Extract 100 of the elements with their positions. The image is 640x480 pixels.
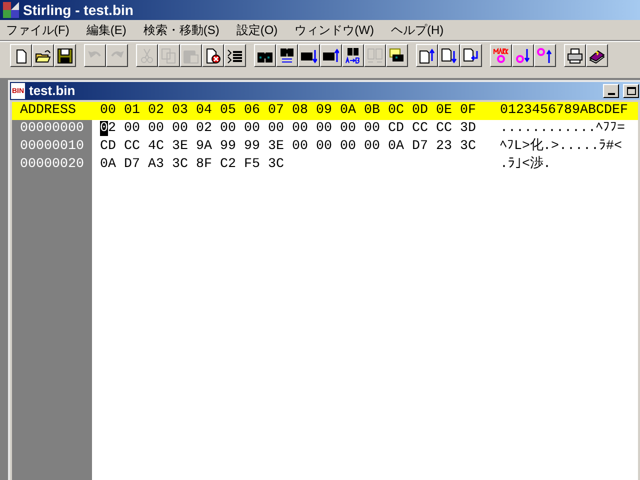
hex-byte: C2 <box>219 156 236 174</box>
menu-item[interactable]: 編集(E) <box>86 21 126 39</box>
row-address: 00000000 <box>19 120 85 138</box>
hex-byte: 9A <box>195 138 212 156</box>
column-header: 02 <box>147 102 164 120</box>
printer-icon <box>567 48 583 64</box>
hex-byte: 00 <box>339 138 356 156</box>
minimize-button[interactable] <box>603 84 619 98</box>
column-header: ADDRESS <box>19 102 77 120</box>
ascii-text: ﾍﾌL>化.>.....ﾗ#< <box>499 137 622 156</box>
hex-byte: 00 <box>291 138 308 156</box>
hex-byte: F5 <box>243 156 260 174</box>
hex-byte: CD <box>387 120 404 138</box>
menu-item[interactable]: ウィンドウ(W) <box>294 21 374 39</box>
hex-byte: 00 <box>219 120 236 138</box>
binoculars-icon <box>279 48 295 64</box>
hex-byte: 23 <box>435 138 452 156</box>
page-return-icon <box>463 48 479 64</box>
hex-byte: 00 <box>363 138 380 156</box>
page-up-button[interactable] <box>416 44 438 67</box>
document-title: test.bin <box>29 82 76 100</box>
binoculars-icon <box>345 48 361 64</box>
window-title: Stirling - test.bin <box>23 0 134 20</box>
mark-down-button[interactable] <box>512 44 534 67</box>
binoculars-icon <box>301 48 317 64</box>
open-folder-button[interactable] <box>32 44 54 67</box>
mark-button[interactable] <box>490 44 512 67</box>
column-header: 05 <box>219 102 236 120</box>
delete-file-button[interactable] <box>202 44 224 67</box>
hex-byte: 99 <box>243 138 260 156</box>
hex-byte: D7 <box>123 156 140 174</box>
hex-byte: 00 <box>315 120 332 138</box>
binoculars-button[interactable] <box>342 44 364 67</box>
printer-button[interactable] <box>564 44 586 67</box>
binoculars-button[interactable] <box>298 44 320 67</box>
menu-item[interactable]: ヘルプ(H) <box>390 21 444 39</box>
hex-byte: 3C <box>171 156 188 174</box>
folder-icon <box>389 48 405 64</box>
column-header: 01 <box>123 102 140 120</box>
hex-byte: CD <box>99 138 116 156</box>
column-header: 0123456789ABCDEF <box>499 102 628 120</box>
hex-byte: 3D <box>459 120 476 138</box>
hex-byte: 3E <box>171 138 188 156</box>
hex-byte: 00 <box>363 120 380 138</box>
binoculars-button[interactable] <box>254 44 276 67</box>
clipboard-icon <box>183 48 199 64</box>
menu-item[interactable]: 設定(O) <box>236 21 278 39</box>
column-header: 0E <box>435 102 452 120</box>
mark-up-button[interactable] <box>534 44 556 67</box>
binoculars-button[interactable] <box>320 44 342 67</box>
hex-byte: 4C <box>147 138 164 156</box>
page-down-button[interactable] <box>438 44 460 67</box>
hex-byte: CC <box>411 120 428 138</box>
hex-byte: 00 <box>267 120 284 138</box>
hex-byte: 8F <box>195 156 212 174</box>
column-header: 06 <box>243 102 260 120</box>
documents-icon <box>367 48 383 64</box>
menu-item[interactable]: ファイル(F) <box>6 21 70 39</box>
column-header: 04 <box>195 102 212 120</box>
hex-byte: CC <box>123 138 140 156</box>
help-book-button[interactable] <box>586 44 608 67</box>
app-icon <box>3 2 19 18</box>
row-address: 00000010 <box>19 138 85 156</box>
hex-byte: 3C <box>459 138 476 156</box>
hex-byte: 00 <box>243 120 260 138</box>
delete-file-icon <box>205 48 221 64</box>
hex-byte: 02 <box>99 120 116 138</box>
page-down-icon <box>441 48 457 64</box>
column-header: 0A <box>339 102 356 120</box>
hex-byte: 00 <box>171 120 188 138</box>
hex-byte: 00 <box>147 120 164 138</box>
ascii-text: .ﾗ｣<渉. <box>499 155 551 174</box>
folder-button[interactable] <box>386 44 408 67</box>
maximize-button[interactable] <box>623 84 639 98</box>
hex-byte: 00 <box>123 120 140 138</box>
column-header: 0B <box>363 102 380 120</box>
column-header: 0F <box>459 102 476 120</box>
menu-item[interactable]: 検索・移動(S) <box>143 21 220 39</box>
hex-byte: CC <box>435 120 452 138</box>
ascii-text: ............ﾍﾌﾌ= <box>499 120 625 138</box>
list-icon <box>227 48 243 64</box>
list-button[interactable] <box>224 44 246 67</box>
column-header: 03 <box>171 102 188 120</box>
column-header: 08 <box>291 102 308 120</box>
hex-byte: 0A <box>387 138 404 156</box>
copy-icon <box>161 48 177 64</box>
mark-down-icon <box>515 48 531 64</box>
hex-byte: 3E <box>267 138 284 156</box>
page-return-button[interactable] <box>460 44 482 67</box>
mark-icon <box>493 48 509 64</box>
column-header: 0D <box>411 102 428 120</box>
binoculars-button[interactable] <box>276 44 298 67</box>
hex-byte: D7 <box>411 138 428 156</box>
open-folder-icon <box>35 48 51 64</box>
column-header: 07 <box>267 102 284 120</box>
new-file-button[interactable] <box>10 44 32 67</box>
hex-byte: 00 <box>339 120 356 138</box>
hex-byte: 00 <box>291 120 308 138</box>
floppy-disk-button[interactable] <box>54 44 76 67</box>
column-header: 0C <box>387 102 404 120</box>
